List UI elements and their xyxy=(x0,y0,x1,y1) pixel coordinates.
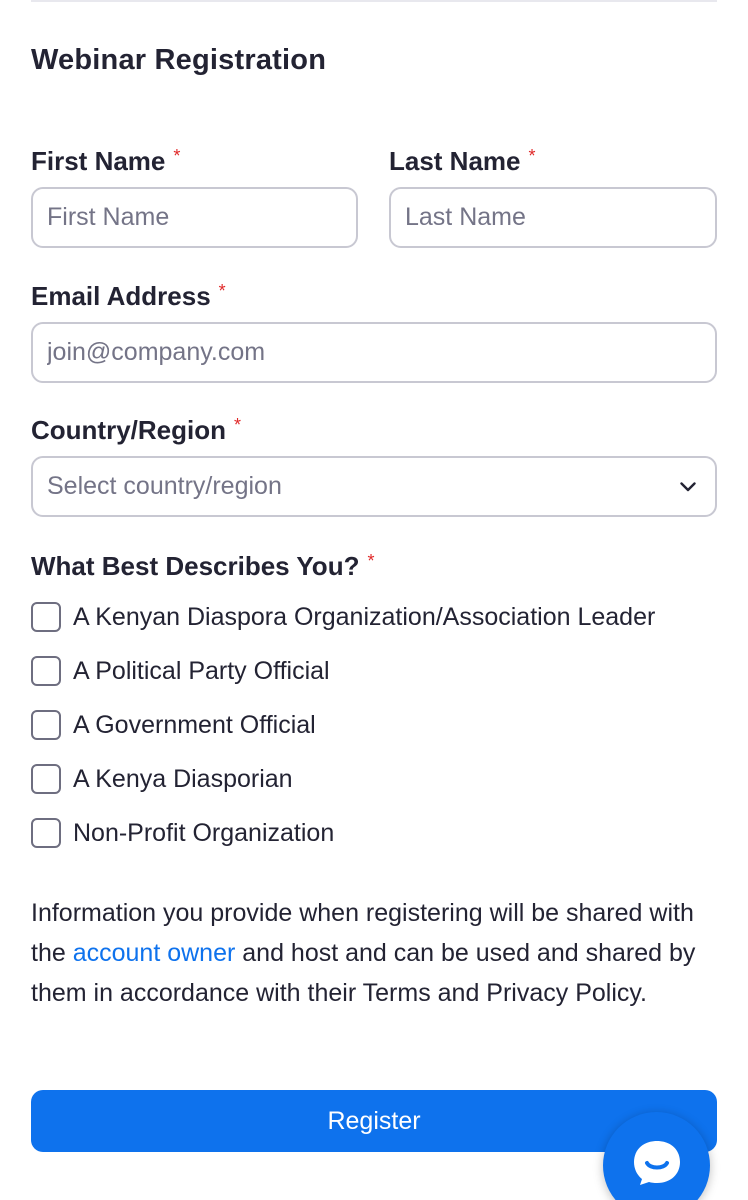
top-divider xyxy=(31,0,717,2)
country-label-text: Country/Region xyxy=(31,415,226,445)
chevron-down-icon xyxy=(679,478,697,496)
country-select[interactable]: Select country/region xyxy=(31,456,717,517)
checkbox[interactable] xyxy=(31,764,61,794)
first-name-label: First Name * xyxy=(31,146,180,177)
country-label: Country/Region * xyxy=(31,415,241,446)
chat-bubble-icon xyxy=(633,1141,680,1185)
required-mark: * xyxy=(528,146,536,166)
checkbox[interactable] xyxy=(31,710,61,740)
email-input[interactable] xyxy=(31,322,717,383)
option-political-official[interactable]: A Political Party Official xyxy=(31,644,655,698)
required-mark: * xyxy=(234,415,242,435)
option-label[interactable]: A Government Official xyxy=(73,711,316,740)
registration-page: Webinar Registration First Name * Last Na… xyxy=(0,0,748,1200)
required-mark: * xyxy=(173,146,181,166)
option-label[interactable]: A Kenyan Diaspora Organization/Associati… xyxy=(73,603,655,632)
required-mark: * xyxy=(367,551,375,571)
option-diaspora-leader[interactable]: A Kenyan Diaspora Organization/Associati… xyxy=(31,590,655,644)
email-label-text: Email Address xyxy=(31,281,211,311)
last-name-label: Last Name * xyxy=(389,146,536,177)
option-government-official[interactable]: A Government Official xyxy=(31,698,655,752)
option-label[interactable]: Non-Profit Organization xyxy=(73,819,334,848)
last-name-label-text: Last Name xyxy=(389,146,521,176)
checkbox[interactable] xyxy=(31,818,61,848)
first-name-input[interactable] xyxy=(31,187,358,248)
email-label: Email Address * xyxy=(31,281,226,312)
describe-label-text: What Best Describes You? xyxy=(31,551,360,581)
country-select-value: Select country/region xyxy=(47,472,282,500)
account-owner-link[interactable]: account owner xyxy=(73,939,236,967)
checkbox[interactable] xyxy=(31,656,61,686)
option-kenya-diasporian[interactable]: A Kenya Diasporian xyxy=(31,752,655,806)
first-name-label-text: First Name xyxy=(31,146,166,176)
option-non-profit[interactable]: Non-Profit Organization xyxy=(31,806,655,860)
describe-label: What Best Describes You? * xyxy=(31,551,374,582)
describe-options: A Kenyan Diaspora Organization/Associati… xyxy=(31,590,655,860)
option-label[interactable]: A Kenya Diasporian xyxy=(73,765,293,794)
checkbox[interactable] xyxy=(31,602,61,632)
required-mark: * xyxy=(218,281,226,301)
option-label[interactable]: A Political Party Official xyxy=(73,657,330,686)
form-title: Webinar Registration xyxy=(31,44,327,76)
last-name-input[interactable] xyxy=(389,187,717,248)
privacy-disclaimer: Information you provide when registering… xyxy=(31,893,721,1013)
